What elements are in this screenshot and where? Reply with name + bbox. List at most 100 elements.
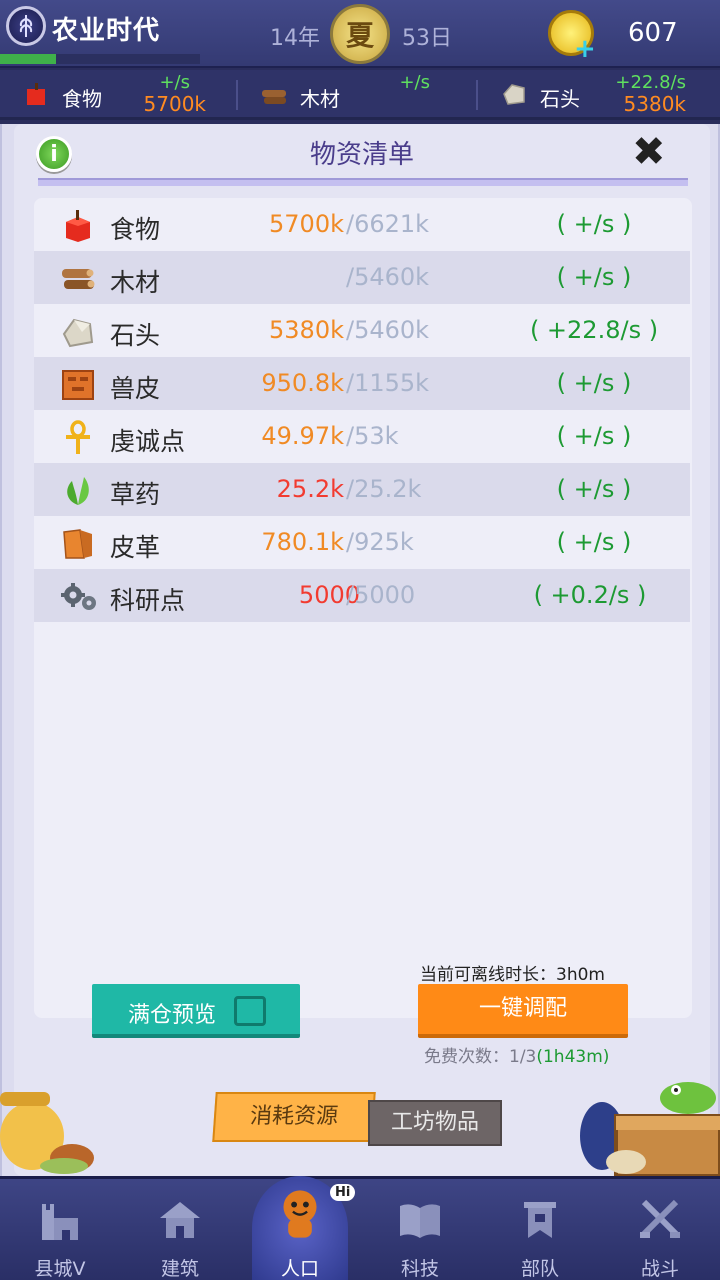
resource-rate: +22.8/s [615, 72, 686, 93]
resource-name: 石头 [110, 321, 161, 350]
offline-duration-label: 当前可离线时长：3h0m [420, 965, 605, 985]
resource-amount: 5700k [143, 92, 206, 116]
resource-capacity: /5460k [346, 263, 430, 291]
era-progress-bar [0, 54, 200, 64]
nav-troops[interactable]: 部队 [480, 1176, 600, 1280]
hide-icon [62, 370, 94, 400]
nav-buildings[interactable]: 建筑 [120, 1176, 240, 1280]
herb-icon [67, 477, 89, 505]
resource-amount: 5380k [269, 316, 344, 344]
house-icon [160, 1202, 200, 1238]
stone-icon [503, 84, 525, 105]
one-key-allocate-button[interactable]: 一键调配 [418, 984, 628, 1038]
list-item[interactable]: 石头 5380k /5460k ( +22.8/s ) [34, 304, 690, 357]
resource-list: 食物 5700k /6621k ( +/s ) 木材 /5460k ( +/s … [34, 198, 692, 1018]
ankh-icon [66, 420, 90, 454]
resource-amount: 950.8k [261, 369, 344, 397]
preview-checkbox[interactable] [234, 996, 266, 1026]
resource-name: 兽皮 [110, 374, 161, 403]
resource-rate: ( +/s ) [556, 369, 632, 397]
wood-icon [262, 90, 286, 104]
resource-rate: ( +/s ) [556, 475, 632, 503]
nav-county[interactable]: 县城V [0, 1176, 120, 1280]
era-title: 农业时代 [52, 16, 161, 46]
resource-wood[interactable]: 木材 +/s [238, 70, 476, 120]
nav-label: 人口 [280, 1258, 319, 1280]
stone-icon [62, 318, 94, 348]
resource-rate: ( +/s ) [556, 210, 632, 238]
list-item[interactable]: 皮革 780.1k /925k ( +/s ) [34, 516, 690, 569]
resource-name: 皮革 [110, 533, 161, 562]
resource-name: 石头 [540, 87, 580, 111]
swords-icon [639, 1199, 681, 1239]
food-icon [27, 83, 45, 105]
era-badge-icon[interactable] [6, 6, 46, 46]
panel-title: 物资清单 [309, 140, 414, 170]
nav-label: 部队 [520, 1258, 559, 1280]
banner-icon [524, 1202, 556, 1238]
nav-battle[interactable]: 战斗 [600, 1176, 720, 1280]
title-divider [38, 178, 688, 186]
list-item[interactable]: 食物 5700k /6621k ( +/s ) [34, 198, 690, 251]
person-icon [283, 1190, 317, 1238]
list-item[interactable]: 兽皮 950.8k /1155k ( +/s ) [34, 357, 690, 410]
season-badge[interactable]: 夏 [330, 4, 390, 64]
resource-name: 科研点 [110, 586, 186, 615]
resource-capacity: /5000 [346, 581, 416, 609]
top-bar: 农业时代 14年 夏 53日 + 607 [0, 0, 720, 68]
date-day: 53日 [402, 26, 452, 51]
free-times-label: 免费次数：1/3(1h43m) [424, 1042, 609, 1067]
book-icon [400, 1204, 440, 1238]
resource-amount: 25.2k [276, 475, 344, 503]
crate-frog-decoration-icon [580, 1082, 720, 1176]
castle-icon [42, 1204, 78, 1240]
resource-rate: ( +/s ) [556, 422, 632, 450]
resource-name: 虔诚点 [110, 427, 186, 456]
resource-food[interactable]: 食物 +/s 5700k [0, 70, 236, 120]
full-storage-preview-toggle[interactable]: 满仓预览 [92, 984, 300, 1038]
nav-label: 建筑 [160, 1258, 199, 1280]
list-item[interactable]: 虔诚点 49.97k /53k ( +/s ) [34, 410, 690, 463]
resource-capacity: /5460k [346, 316, 430, 344]
resource-amount: 5380k [623, 92, 686, 116]
full-preview-label: 满仓预览 [128, 1003, 217, 1028]
coin-count: 607 [628, 18, 678, 48]
resource-name: 草药 [110, 480, 161, 509]
resource-rate: +/s [399, 72, 430, 93]
resource-rate: +/s [159, 72, 190, 93]
resource-capacity: /1155k [346, 369, 430, 397]
close-icon[interactable]: ✖ [632, 132, 666, 172]
list-item[interactable]: 木材 /5460k ( +/s ) [34, 251, 690, 304]
nav-label: 科技 [400, 1258, 439, 1280]
tab-consume-resources[interactable]: 消耗资源 [212, 1092, 376, 1142]
list-item[interactable]: 草药 25.2k /25.2k ( +/s ) [34, 463, 690, 516]
gears-icon [61, 583, 96, 610]
resource-rate: ( +0.2/s ) [533, 581, 647, 609]
era-progress-fill [0, 54, 56, 64]
resource-rate: ( +/s ) [556, 528, 632, 556]
resource-strip: 食物 +/s 5700k 木材 +/s 石头 +22.8/s 5380k [0, 70, 720, 120]
free-times-timer: (1h43m) [536, 1047, 610, 1067]
resource-rate: ( +22.8/s ) [529, 316, 659, 344]
nav-technology[interactable]: 科技 [360, 1176, 480, 1280]
resource-capacity: /6621k [346, 210, 430, 238]
hi-badge: Hi [330, 1184, 356, 1201]
leather-icon [63, 529, 92, 559]
resource-name: 食物 [62, 87, 102, 111]
wood-icon [62, 269, 95, 289]
add-coin-icon[interactable]: + [574, 34, 596, 64]
resource-stone[interactable]: 石头 +22.8/s 5380k [478, 70, 720, 120]
resource-capacity: /53k [346, 422, 399, 450]
free-times-count: 免费次数：1/3 [424, 1047, 537, 1067]
resource-name: 食物 [110, 215, 161, 244]
resource-capacity: /25.2k [346, 475, 422, 503]
tab-workshop-items[interactable]: 工坊物品 [368, 1100, 502, 1146]
nav-label: 县城V [34, 1258, 86, 1280]
list-item[interactable]: 科研点 5000 /5000 ( +0.2/s ) [34, 569, 690, 622]
resource-amount: 5000 [298, 581, 360, 609]
grain-sack-decoration-icon [0, 1092, 94, 1174]
resource-name: 木材 [300, 87, 340, 111]
resource-amount: 5700k [269, 210, 344, 238]
date-year: 14年 [270, 26, 320, 51]
resource-rate: ( +/s ) [556, 263, 632, 291]
